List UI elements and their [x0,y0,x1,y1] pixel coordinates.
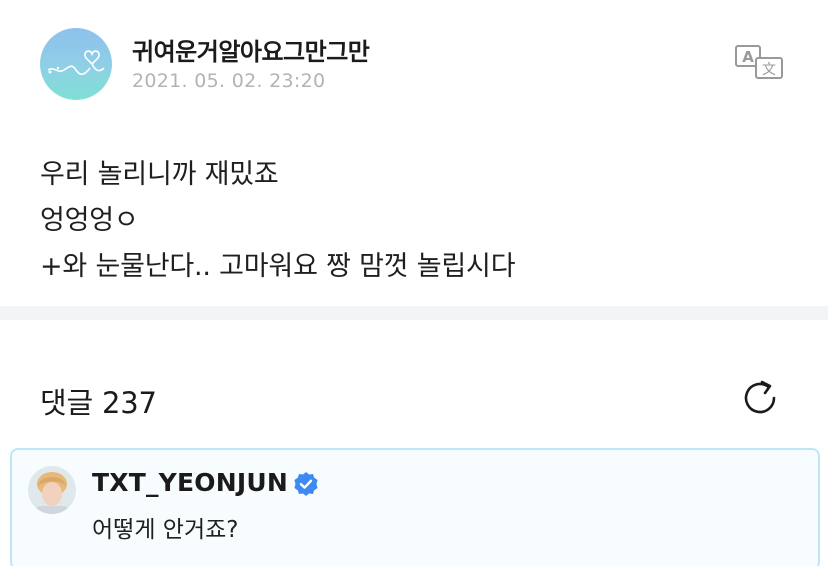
comment-author-name[interactable]: TXT_YEONJUN [92,468,288,497]
refresh-button[interactable] [738,376,782,420]
post-header: 귀여운거알아요그만그만 2021. 05. 02. 23:20 A 文 [40,28,800,102]
comment-text: 어떻게 안거죠? [92,517,239,543]
translate-button[interactable]: A 文 [734,42,786,82]
post-text-line: 우리 놀리니까 재밌죠 [40,159,279,190]
comment-count: 댓글 237 [40,386,157,420]
verified-badge-icon [292,470,320,498]
comments-header: 댓글 237 [40,372,790,422]
post-body: 우리 놀리니까 재밌죠 엉엉엉ㅇ +와 눈물난다.. 고마워요 짱 맘껏 놀립시… [40,152,800,290]
post-detail-page: 귀여운거알아요그만그만 2021. 05. 02. 23:20 A 文 우리 놀… [0,0,828,566]
comment-item[interactable]: TXT_YEONJUN 어떻게 안거죠? [10,448,820,566]
author-avatar[interactable] [40,28,112,100]
refresh-icon [744,380,776,414]
translate-icon: A 文 [735,45,783,79]
section-divider [0,306,828,320]
svg-text:文: 文 [762,62,776,78]
commenter-avatar[interactable] [28,466,76,514]
post-text-line: +와 눈물난다.. 고마워요 짱 맘껏 놀립시다 [40,251,516,282]
post-author-name[interactable]: 귀여운거알아요그만그만 [132,32,370,67]
svg-text:A: A [742,48,754,66]
post-text-line: 엉엉엉ㅇ [40,205,139,236]
post-timestamp: 2021. 05. 02. 23:20 [132,70,326,92]
